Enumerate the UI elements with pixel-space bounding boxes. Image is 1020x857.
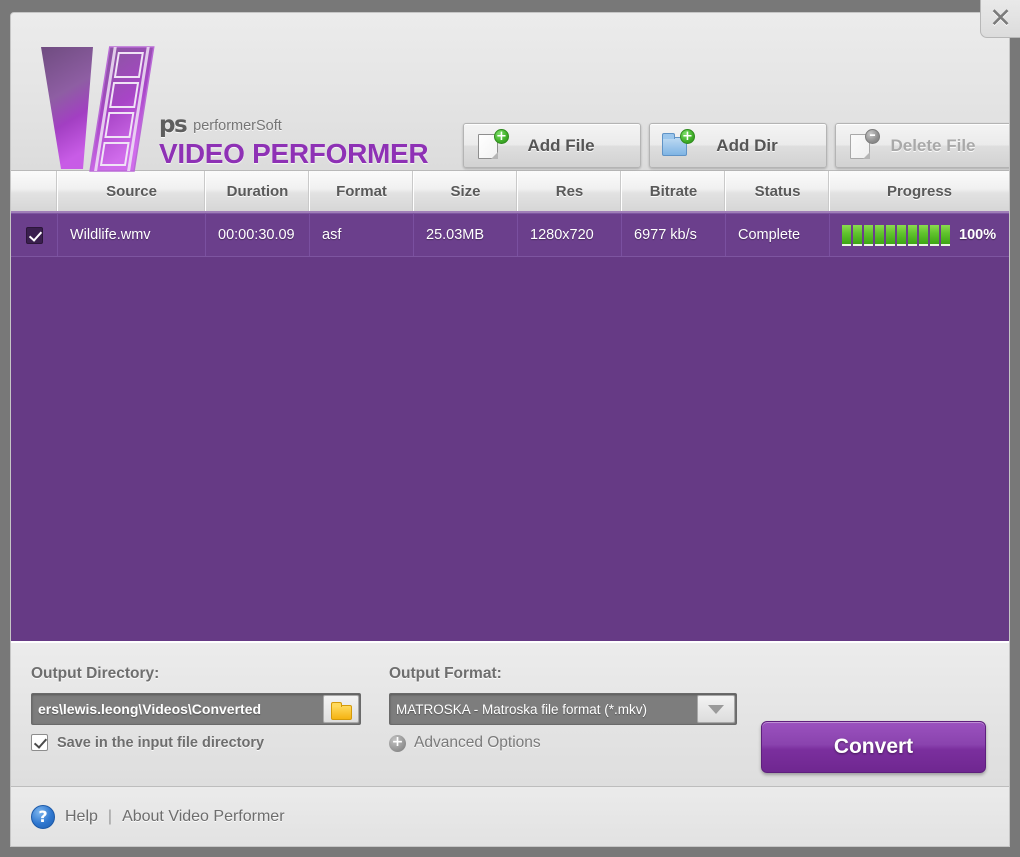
options-panel: Output Directory: ers\lewis.leong\Videos…	[11, 641, 1009, 786]
cell-format: asf	[310, 214, 414, 256]
progress-segment	[897, 224, 906, 246]
progress-segment	[908, 224, 917, 246]
cell-res: 1280x720	[518, 214, 622, 256]
progress-segment	[941, 224, 950, 246]
footer-bar: ? Help | About Video Performer	[11, 786, 1009, 846]
document-minus-icon: –	[848, 128, 880, 161]
cell-size: 25.03MB	[414, 214, 518, 256]
close-button[interactable]: ✕	[980, 0, 1020, 38]
cell-bitrate: 6977 kb/s	[622, 214, 726, 256]
progress-segment	[875, 224, 884, 246]
convert-button[interactable]: Convert	[761, 721, 986, 773]
save-in-input-dir-label: Save in the input file directory	[57, 734, 265, 751]
browse-directory-button[interactable]	[323, 695, 359, 723]
output-format-select[interactable]: MATROSKA - Matroska file format (*.mkv)	[389, 693, 737, 725]
add-file-button[interactable]: + Add File	[463, 123, 641, 168]
convert-button-label: Convert	[833, 735, 914, 758]
performersoft-logo-icon: ps	[159, 112, 188, 138]
output-format-group: Output Format: MATROSKA - Matroska file …	[389, 665, 739, 752]
company-row: ps performerSoft	[159, 109, 449, 138]
column-header-duration[interactable]: Duration	[206, 171, 310, 211]
cell-duration: 00:00:30.09	[206, 214, 310, 256]
progress-segment	[886, 224, 895, 246]
about-link[interactable]: About Video Performer	[122, 808, 284, 826]
advanced-options-toggle[interactable]: + Advanced Options	[389, 734, 739, 752]
folder-icon	[331, 702, 352, 720]
toolbar: + Add File + Add Dir – Delete File	[463, 123, 1009, 168]
row-select-cell	[11, 214, 58, 256]
column-header-res[interactable]: Res	[518, 171, 622, 211]
progress-segment	[853, 224, 862, 246]
column-header-bitrate[interactable]: Bitrate	[622, 171, 726, 211]
header-bar: ps performerSoft VIDEO PERFORMER + Add F…	[11, 13, 1009, 172]
column-header-format[interactable]: Format	[310, 171, 414, 211]
progress-segment	[864, 224, 873, 246]
close-icon: ✕	[989, 3, 1012, 34]
row-checkbox[interactable]	[25, 226, 43, 244]
progress-segment	[919, 224, 928, 246]
add-dir-label: Add Dir	[716, 135, 778, 155]
video-performer-logo-icon	[41, 46, 155, 172]
advanced-options-label: Advanced Options	[414, 734, 541, 751]
help-icon[interactable]: ?	[31, 804, 55, 829]
folder-plus-icon: +	[662, 128, 695, 161]
footer-separator: |	[107, 807, 113, 825]
output-directory-group: Output Directory: ers\lewis.leong\Videos…	[31, 665, 361, 751]
plus-circle-icon: +	[389, 734, 406, 752]
output-directory-label: Output Directory:	[31, 665, 160, 682]
save-in-input-dir-checkbox[interactable]	[31, 734, 48, 751]
cell-source: Wildlife.wmv	[58, 214, 206, 256]
save-in-input-dir-row[interactable]: Save in the input file directory	[31, 734, 361, 751]
output-directory-input[interactable]: ers\lewis.leong\Videos\Converted	[32, 694, 322, 724]
company-name: performerSoft	[193, 118, 282, 134]
chevron-down-icon[interactable]	[697, 695, 735, 723]
output-format-value: MATROSKA - Matroska file format (*.mkv)	[396, 701, 648, 717]
delete-file-button[interactable]: – Delete File	[835, 123, 1009, 168]
brand-text: ps performerSoft VIDEO PERFORMER	[159, 109, 449, 171]
file-list[interactable]: Wildlife.wmv 00:00:30.09 asf 25.03MB 128…	[11, 213, 1009, 641]
progress-segment	[930, 224, 939, 246]
progress-percent-label: 100%	[959, 227, 997, 243]
help-link[interactable]: Help	[65, 808, 98, 826]
column-header-status[interactable]: Status	[726, 171, 830, 211]
cell-status: Complete	[726, 214, 830, 256]
product-title: VIDEO PERFORMER	[159, 138, 429, 169]
cell-progress: 100%	[830, 214, 1009, 256]
add-dir-button[interactable]: + Add Dir	[649, 123, 827, 168]
table-row[interactable]: Wildlife.wmv 00:00:30.09 asf 25.03MB 128…	[11, 213, 1009, 257]
output-format-label: Output Format:	[389, 665, 502, 682]
brand-block: ps performerSoft VIDEO PERFORMER	[29, 23, 449, 172]
output-directory-field[interactable]: ers\lewis.leong\Videos\Converted	[31, 693, 361, 725]
application-window: ✕ ps performerSoft VIDEO PERFORMER + Add…	[0, 0, 1020, 857]
document-plus-icon: +	[476, 128, 509, 161]
column-header-progress[interactable]: Progress	[830, 171, 1009, 211]
add-file-label: Add File	[527, 135, 595, 155]
main-window: ps performerSoft VIDEO PERFORMER + Add F…	[10, 12, 1010, 847]
column-header-size[interactable]: Size	[414, 171, 518, 211]
progress-bar	[842, 224, 950, 246]
progress-segment	[842, 224, 851, 246]
delete-file-label: Delete File	[890, 135, 976, 155]
